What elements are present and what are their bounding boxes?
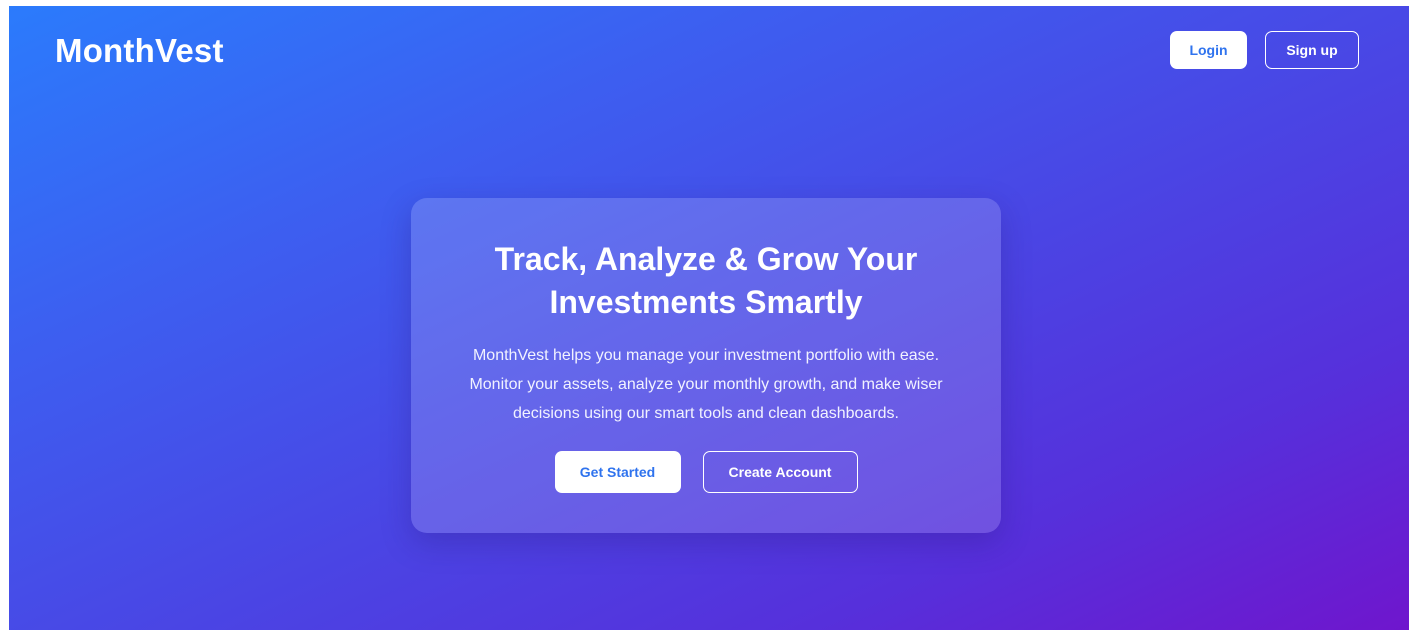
- hero-title: Track, Analyze & Grow Your Investments S…: [446, 238, 966, 324]
- landing-page: MonthVest Login Sign up Track, Analyze &…: [9, 6, 1409, 630]
- brand-logo[interactable]: MonthVest: [55, 31, 224, 71]
- hero-title-line-1: Track, Analyze & Grow Your: [494, 241, 918, 277]
- top-nav: Login Sign up: [1170, 31, 1359, 69]
- create-account-button[interactable]: Create Account: [702, 451, 858, 493]
- hero-description: MonthVest helps you manage your investme…: [436, 341, 976, 428]
- hero-description-line-1: MonthVest helps you manage your investme…: [472, 347, 940, 364]
- hero-title-line-2: Investments Smartly: [549, 284, 863, 320]
- hero-description-line-2: Monitor your assets, analyze your monthl…: [469, 376, 943, 393]
- hero-card: Track, Analyze & Grow Your Investments S…: [411, 198, 1001, 533]
- login-button[interactable]: Login: [1170, 31, 1247, 69]
- signup-button[interactable]: Sign up: [1265, 31, 1359, 69]
- hero-description-line-3: decisions using our smart tools and clea…: [513, 405, 899, 422]
- hero-actions: Get Started Create Account: [411, 451, 1001, 493]
- get-started-button[interactable]: Get Started: [554, 451, 681, 493]
